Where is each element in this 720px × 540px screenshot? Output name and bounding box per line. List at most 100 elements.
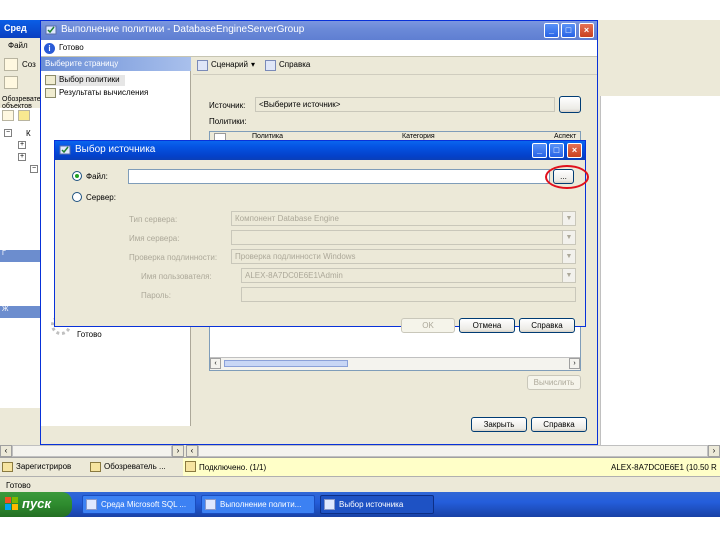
cancel-button[interactable]: Отмена — [459, 318, 515, 333]
start-button[interactable]: пуск — [0, 492, 72, 517]
connect-icon[interactable] — [2, 110, 14, 121]
ssms-title: Сред — [4, 23, 27, 33]
ssms-icon — [86, 499, 97, 510]
maximize-button[interactable]: □ — [561, 23, 576, 38]
page-icon — [45, 88, 56, 98]
page-selector-header: Выберите страницу — [41, 57, 191, 71]
object-explorer-tree: − К + + − Г Ж — [0, 108, 42, 408]
status-bar: Готово — [0, 476, 720, 493]
column-facet[interactable]: Аспект — [554, 133, 576, 140]
page-item-results[interactable]: Результаты вычисления — [45, 88, 185, 99]
ssms-toolbar: Соз — [0, 54, 42, 94]
filter-icon[interactable] — [18, 110, 30, 121]
new-query-label[interactable]: Соз — [22, 60, 36, 69]
page-label: Выбор политики — [59, 75, 120, 84]
task-label: Среда Microsoft SQL ... — [101, 500, 187, 509]
scroll-left-icon[interactable]: ‹ — [186, 445, 198, 457]
script-dropdown-icon[interactable]: ▾ — [251, 60, 255, 72]
server-type-value: Компонент Database Engine — [235, 214, 339, 223]
section-header: Г — [0, 250, 42, 262]
minimize-button[interactable]: _ — [544, 23, 559, 38]
source-field[interactable]: <Выберите источник> — [255, 97, 555, 112]
connected-icon — [185, 461, 196, 472]
tree-node-server[interactable]: К — [26, 129, 31, 138]
username-value: ALEX-8A7DC0E6E1\Admin — [245, 271, 343, 280]
open-icon[interactable] — [4, 76, 18, 89]
scroll-right-icon[interactable]: › — [569, 358, 580, 369]
windows-logo-icon — [5, 497, 18, 510]
script-button[interactable]: Сценарий — [197, 60, 248, 72]
expand-icon[interactable]: + — [18, 141, 26, 149]
maximize-button[interactable]: □ — [549, 143, 564, 158]
source-dialog-body: Файл: ... Сервер: Тип сервера: Компонент… — [55, 160, 585, 333]
file-radio[interactable] — [72, 171, 82, 181]
policy-status: Готово — [59, 43, 84, 52]
tab-label: Зарегистриров — [16, 462, 72, 471]
dropdown-arrow-icon: ▼ — [562, 231, 575, 244]
tab-label: Обозреватель ... — [104, 462, 166, 471]
radio-dot — [75, 174, 79, 178]
task-source[interactable]: Выбор источника — [320, 495, 434, 514]
grid-scrollbar[interactable]: ‹ › — [210, 357, 580, 370]
server-info: ALEX-8A7DC0E6E1 (10.50 R — [611, 463, 717, 472]
policies-label: Политики: — [209, 117, 247, 126]
ok-button[interactable]: OK — [401, 318, 455, 333]
auth-label: Проверка подлинности: — [129, 253, 218, 262]
task-policy[interactable]: Выполнение полити... — [201, 495, 315, 514]
help-button[interactable]: Справка — [519, 318, 575, 333]
file-label: Файл: — [86, 172, 108, 181]
scroll-right-icon[interactable]: › — [708, 445, 720, 457]
document-toolbar — [600, 38, 720, 96]
task-label: Выбор источника — [339, 500, 404, 509]
tab-registered[interactable]: Зарегистриров — [0, 460, 88, 475]
close-button[interactable]: × — [567, 143, 582, 158]
info-icon: i — [44, 43, 55, 54]
source-icon — [324, 499, 335, 510]
horizontal-scrollbar[interactable] — [198, 445, 708, 457]
username-combo[interactable]: ALEX-8A7DC0E6E1\Admin ▼ — [241, 268, 576, 283]
page-label: Результаты вычисления — [59, 88, 149, 97]
close-button[interactable]: × — [579, 23, 594, 38]
source-label: Источник: — [209, 101, 246, 110]
policy-title: Выполнение политики - DatabaseEngineServ… — [61, 24, 305, 35]
server-name-combo[interactable]: ▼ — [231, 230, 576, 245]
help-toolbar-button[interactable]: Справка — [265, 60, 310, 72]
horizontal-scrollbar[interactable] — [12, 445, 172, 457]
scroll-left-icon[interactable]: ‹ — [0, 445, 12, 457]
close-dialog-button[interactable]: Закрыть — [471, 417, 527, 432]
object-explorer-icon — [90, 462, 101, 472]
policy-icon — [205, 499, 216, 510]
evaluate-button[interactable]: Вычислить — [527, 375, 581, 390]
help-button[interactable]: Справка — [531, 417, 587, 432]
tab-explorer[interactable]: Обозреватель ... — [88, 460, 180, 475]
annotation-ring — [545, 165, 589, 189]
source-browse-button[interactable] — [559, 96, 581, 113]
column-category[interactable]: Категория — [402, 133, 435, 140]
policy-icon — [45, 25, 57, 35]
collapse-icon[interactable]: − — [30, 165, 38, 173]
progress-status: Готово — [77, 330, 102, 339]
source-dialog: Выбор источника _ □ × Файл: ... Сервер: … — [54, 140, 586, 333]
file-path-field[interactable] — [128, 169, 550, 184]
new-query-icon[interactable] — [4, 58, 18, 71]
status-text: Готово — [6, 481, 31, 490]
section-header: Ж — [0, 306, 42, 318]
help-label: Справка — [279, 60, 311, 69]
server-radio[interactable] — [72, 192, 82, 202]
server-type-combo[interactable]: Компонент Database Engine ▼ — [231, 211, 576, 226]
menu-file[interactable]: Файл — [0, 38, 42, 54]
expand-icon[interactable]: + — [18, 153, 26, 161]
column-policy[interactable]: Политика — [252, 133, 283, 140]
page-item-select-policy[interactable]: Выбор политики — [45, 75, 125, 86]
page-icon — [45, 75, 56, 85]
password-field[interactable] — [241, 287, 576, 302]
scroll-left-icon[interactable]: ‹ — [210, 358, 221, 369]
minimize-button[interactable]: _ — [532, 143, 547, 158]
scroll-thumb[interactable] — [224, 360, 348, 367]
scroll-right-icon[interactable]: › — [172, 445, 184, 457]
collapse-icon[interactable]: − — [4, 129, 12, 137]
help-icon — [265, 60, 276, 71]
auth-combo[interactable]: Проверка подлинности Windows ▼ — [231, 249, 576, 264]
policy-status-bar: i Готово — [41, 40, 597, 57]
task-ssms[interactable]: Среда Microsoft SQL ... — [82, 495, 196, 514]
